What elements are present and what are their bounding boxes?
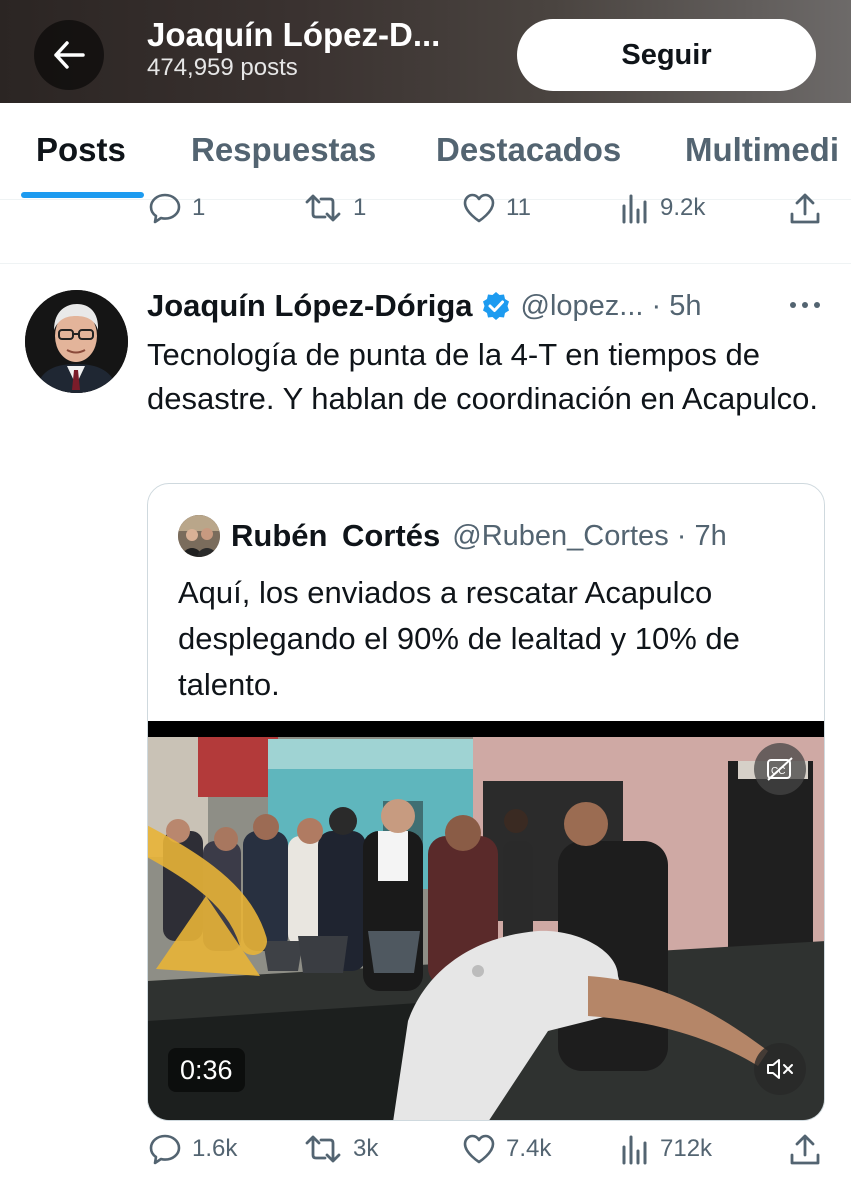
quoted-author-name[interactable]: Rubén Cortés (231, 518, 440, 554)
video-player[interactable]: CC 0:36 (148, 721, 824, 1120)
quoted-handle-time: @Ruben_Cortes · 7h (452, 519, 727, 552)
like-action[interactable]: 11 (462, 192, 531, 224)
more-icon (790, 302, 820, 308)
views-action[interactable]: 9.2k (620, 192, 705, 224)
quoted-tweet-text: Aquí, los enviados a rescatar Acapulco d… (178, 575, 740, 702)
repost-action[interactable]: 1 (303, 192, 366, 224)
repost-count: 1 (353, 194, 367, 221)
views-count: 9.2k (660, 194, 706, 221)
author-handle-time: @lopez... · 5h (520, 289, 702, 322)
reply-count: 1.6k (192, 1135, 238, 1162)
share-action[interactable] (788, 192, 822, 226)
reply-icon (149, 1134, 181, 1165)
tweet-header: Joaquín López-Dóriga @lopez... · 5h (147, 285, 701, 327)
reply-action[interactable]: 1 (148, 192, 205, 224)
follow-button[interactable]: Seguir (517, 19, 816, 91)
views-count: 712k (660, 1135, 713, 1162)
verified-badge-icon (482, 292, 509, 320)
mute-icon (767, 1059, 793, 1079)
share-icon (790, 193, 820, 224)
like-action[interactable]: 7.4k (462, 1133, 551, 1165)
quoted-tweet-card[interactable]: Rubén Cortés @Ruben_Cortes · 7h Aquí, lo… (147, 483, 825, 1121)
profile-name: Joaquín López-D... (147, 16, 441, 53)
back-button[interactable] (34, 20, 104, 90)
video-duration: 0:36 (168, 1048, 245, 1092)
tab-posts[interactable]: Posts (36, 131, 126, 169)
share-action[interactable] (788, 1133, 822, 1167)
views-action[interactable]: 712k (620, 1133, 712, 1165)
tweet-actions: 1.6k 3k 7.4k 712k (0, 1133, 851, 1183)
like-icon (463, 193, 495, 223)
author-avatar[interactable] (25, 290, 128, 393)
video-frame (148, 721, 824, 1120)
reply-icon (149, 193, 181, 224)
quoted-author-avatar[interactable] (178, 515, 220, 557)
author-name[interactable]: Joaquín López-Dóriga (147, 288, 473, 324)
views-icon (622, 1135, 647, 1165)
tweet-text: Tecnología de punta de la 4-T en tiempos… (147, 337, 819, 416)
reply-action[interactable]: 1.6k (148, 1133, 237, 1165)
reply-count: 1 (192, 194, 206, 221)
profile-tabs: Posts Respuestas Destacados Multimedi (0, 103, 851, 200)
repost-icon (305, 194, 341, 222)
captions-icon: CC (767, 757, 793, 781)
tab-destacados[interactable]: Destacados (436, 131, 621, 169)
repost-icon (305, 1135, 341, 1163)
repost-count: 3k (353, 1135, 379, 1162)
post-divider (0, 263, 851, 264)
like-icon (463, 1134, 495, 1164)
more-options-button[interactable] (788, 290, 822, 325)
like-count: 7.4k (506, 1135, 552, 1162)
like-count: 11 (506, 194, 531, 221)
views-icon (622, 194, 647, 224)
repost-action[interactable]: 3k (303, 1133, 378, 1165)
share-icon (790, 1134, 820, 1165)
posts-count: 474,959 posts (147, 54, 298, 81)
previous-post-actions: 1 1 11 9.2k (0, 192, 851, 242)
profile-top-bar: Joaquín López-D... 474,959 posts Seguir (0, 0, 851, 103)
back-arrow-icon (54, 41, 85, 69)
captions-button[interactable]: CC (754, 743, 806, 795)
mute-button[interactable] (754, 1043, 806, 1095)
tab-respuestas[interactable]: Respuestas (191, 131, 376, 169)
tab-multimedia[interactable]: Multimedi (685, 131, 839, 169)
quoted-tweet-header: Rubén Cortés @Ruben_Cortes · 7h (231, 514, 727, 558)
